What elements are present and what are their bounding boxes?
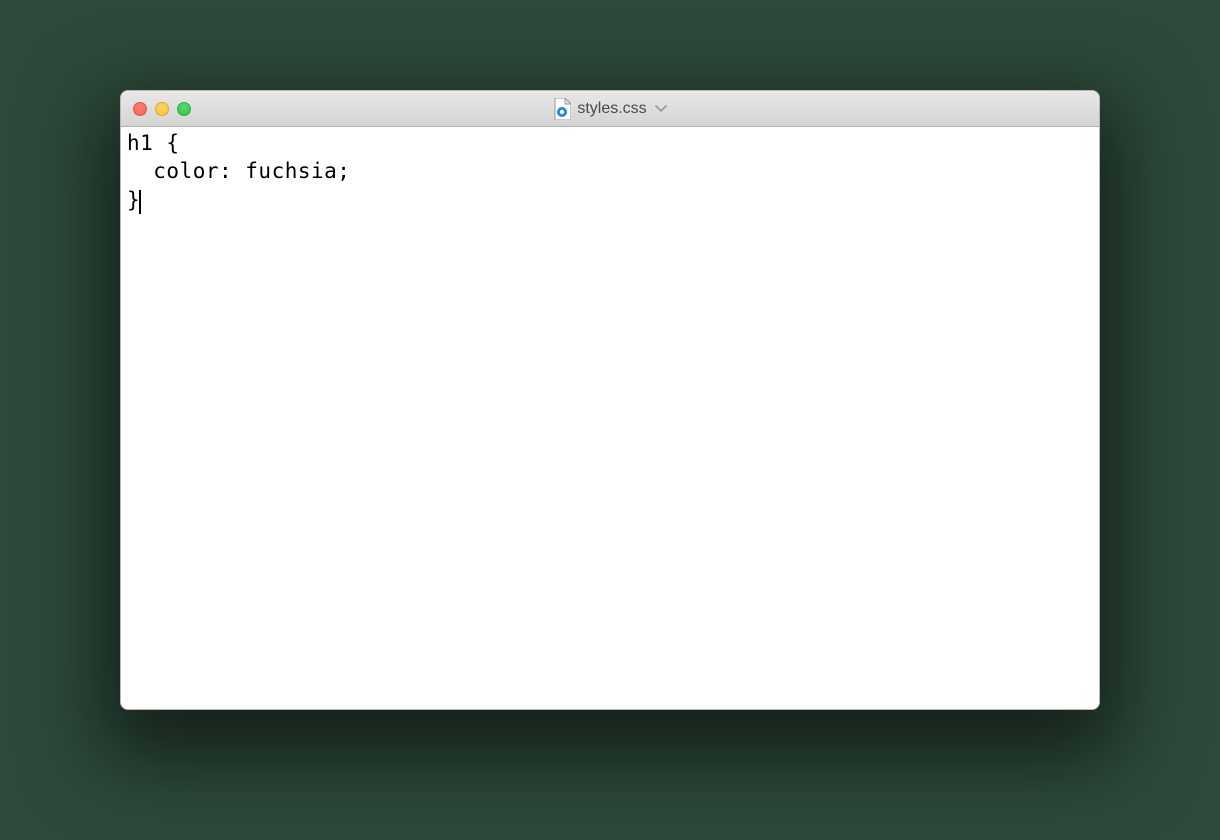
minimize-button[interactable] bbox=[155, 102, 169, 116]
text-cursor bbox=[139, 190, 141, 214]
code-line: h1 { bbox=[127, 129, 1093, 157]
window-title[interactable]: styles.css bbox=[577, 100, 646, 118]
code-line: color: fuchsia; bbox=[127, 157, 1093, 185]
code-editor[interactable]: h1 { color: fuchsia;} bbox=[121, 127, 1099, 709]
close-button[interactable] bbox=[133, 102, 147, 116]
titlebar[interactable]: styles.css bbox=[121, 91, 1099, 127]
traffic-lights bbox=[133, 102, 191, 116]
editor-window: styles.css h1 { color: fuchsia;} bbox=[120, 90, 1100, 710]
title-area: styles.css bbox=[121, 98, 1099, 120]
chevron-down-icon[interactable] bbox=[655, 102, 667, 116]
zoom-button[interactable] bbox=[177, 102, 191, 116]
document-file-icon[interactable] bbox=[553, 98, 571, 120]
